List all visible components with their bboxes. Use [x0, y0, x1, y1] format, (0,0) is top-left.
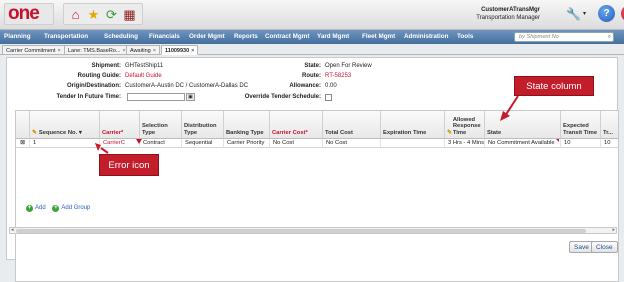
tab-strip: Carrier Commitment × Lane: TMS.BaseRo... ×… — [0, 44, 624, 55]
tender-future-time-input[interactable] — [127, 93, 185, 101]
col-carrier-cost[interactable]: Carrier Cost* — [270, 111, 323, 139]
horizontal-scrollbar[interactable]: ◂ ▸ — [9, 227, 617, 234]
override-tender-checkbox[interactable] — [325, 94, 332, 101]
col-banking-type[interactable]: Banking Type — [224, 111, 270, 139]
plus-icon: + — [26, 205, 33, 212]
nav-fleet-mgmt[interactable]: Fleet Mgmt — [362, 30, 395, 44]
col-truncated[interactable]: Tr... — [601, 111, 618, 139]
nav-financials[interactable]: Financials — [149, 30, 180, 44]
routing-guide-link[interactable]: Default Guide — [125, 73, 162, 80]
close-icon[interactable]: × — [58, 48, 61, 54]
tab-awaiting[interactable]: Awaiting × — [126, 45, 160, 55]
close-icon[interactable]: × — [191, 48, 194, 54]
cell-sequence[interactable]: 1 — [30, 139, 100, 148]
nav-tools[interactable]: Tools — [457, 30, 473, 44]
allowance-value: 0.00 — [325, 83, 337, 89]
scrollbar-thumb[interactable] — [16, 229, 586, 233]
edit-icon: ✎ — [447, 129, 452, 136]
nav-order-mgmt[interactable]: Order Mgmt — [189, 30, 225, 44]
add-group-button[interactable]: + Add Group — [52, 205, 90, 212]
grid-actions: + Add + Add Group — [26, 204, 90, 212]
cell-carrier[interactable]: CarrierC — [100, 139, 140, 148]
wrench-icon[interactable]: 🔧 — [566, 7, 582, 21]
cell-expected-transit-time: 10 — [561, 139, 601, 148]
col-carrier[interactable]: Carrier* — [100, 111, 140, 139]
routing-guide-label: Routing Guide: — [77, 73, 121, 79]
cell-distribution-type: Sequential — [182, 139, 224, 148]
col-allowed-response-time[interactable]: ✎ Allowed Response Time — [445, 111, 485, 139]
top-bar: one ⌂ ★ ⟳ ▦ CustomerATransMgr Transporta… — [0, 0, 624, 30]
main-nav: Planning Transportation Scheduling Finan… — [0, 30, 624, 44]
state-value: Open For Review — [325, 63, 372, 69]
nav-planning[interactable]: Planning — [4, 30, 31, 44]
tab-carrier-commitment[interactable]: Carrier Commitment × — [2, 45, 65, 55]
cell-carrier-cost[interactable]: No Cost — [270, 139, 323, 148]
dirty-cell-marker — [556, 139, 559, 142]
allowance-label: Allowance: — [289, 83, 321, 89]
edit-icon: ✎ — [32, 129, 37, 136]
chevron-down-icon[interactable]: ▾ — [583, 7, 586, 21]
nav-administration[interactable]: Administration — [404, 30, 448, 44]
tender-future-time-label: Tender In Future Time: — [56, 94, 121, 100]
scroll-left-icon[interactable]: ◂ — [11, 227, 14, 233]
favorites-icon[interactable]: ★ — [86, 7, 101, 22]
close-icon[interactable]: × — [153, 48, 156, 54]
tab-shipment[interactable]: 11009930 × — [161, 45, 199, 55]
cell-truncated: 10 — [601, 139, 618, 148]
select-all-header — [16, 111, 30, 139]
cell-selection-type: Contract — [140, 139, 182, 148]
col-sequence[interactable]: ✎ Sequence No. ▾ — [30, 111, 100, 139]
col-distribution-type[interactable]: Distribution Type — [182, 111, 224, 139]
col-expected-transit-time[interactable]: Expected Transit Time — [561, 111, 601, 139]
route-label: Route: — [302, 73, 321, 79]
sort-desc-icon[interactable]: ▾ — [79, 130, 82, 137]
scroll-right-icon[interactable]: ▸ — [612, 227, 615, 233]
nav-yard-mgmt[interactable]: Yard Mgmt — [317, 30, 349, 44]
cell-banking-type: Carrier Priority — [224, 139, 270, 148]
col-state[interactable]: State — [485, 111, 561, 139]
quick-icons: ⌂ ★ ⟳ ▦ — [63, 3, 143, 25]
search-icon[interactable]: ⌕ — [608, 33, 611, 42]
cell-total-cost: No Cost — [323, 139, 381, 148]
refresh-icon[interactable]: ⟳ — [104, 7, 119, 22]
add-row-button[interactable]: + Add — [26, 205, 46, 212]
user-info: CustomerATransMgr Transportation Manager — [476, 6, 540, 22]
cell-state: No Commitment Available — [485, 139, 561, 148]
cell-allowed-response-time[interactable]: 3 Hrs - 4 Mins — [445, 139, 485, 148]
col-expiration-time[interactable]: Expiration Time — [381, 111, 445, 139]
row-delete-icon[interactable]: ⊠ — [16, 139, 30, 148]
home-icon[interactable]: ⌂ — [68, 7, 83, 22]
report-icon[interactable]: ▦ — [122, 7, 137, 22]
shipment-label: Shipment: — [91, 63, 121, 69]
override-tender-label: Override Tender Schedule: — [244, 94, 321, 100]
col-total-cost[interactable]: Total Cost — [323, 111, 381, 139]
user-role: Transportation Manager — [476, 15, 540, 21]
calendar-icon[interactable]: ▣ — [186, 93, 195, 101]
nav-reports[interactable]: Reports — [234, 30, 258, 44]
nav-transportation[interactable]: Transportation — [44, 30, 88, 44]
error-icon-callout: Error icon — [99, 154, 159, 176]
tab-lane[interactable]: Lane: TMS.BaseRo... × — [64, 45, 130, 55]
app-logo[interactable]: one — [4, 3, 54, 25]
close-button[interactable]: Close — [591, 241, 618, 253]
shipment-search-input[interactable]: by Shipment No ⌕ — [514, 32, 614, 42]
shipment-value: GHTestShip11 — [125, 63, 164, 69]
nav-contract-mgmt[interactable]: Contract Mgmt — [265, 30, 309, 44]
help-icon[interactable]: ? — [598, 5, 615, 22]
tender-grid: ✎ Sequence No. ▾ Carrier* Selection Type … — [15, 110, 619, 282]
state-label: State: — [304, 63, 321, 69]
nav-scheduling[interactable]: Scheduling — [104, 30, 138, 44]
col-selection-type[interactable]: Selection Type — [140, 111, 182, 139]
plus-icon: + — [52, 205, 60, 212]
error-indicator-icon[interactable] — [136, 139, 142, 144]
route-link[interactable]: RT-58253 — [325, 73, 351, 80]
origin-destination-label: Origin/Destination: — [67, 83, 121, 89]
state-column-callout: State column — [514, 76, 594, 96]
user-name: CustomerATransMgr — [481, 7, 540, 13]
cell-expiration-time — [381, 139, 445, 148]
